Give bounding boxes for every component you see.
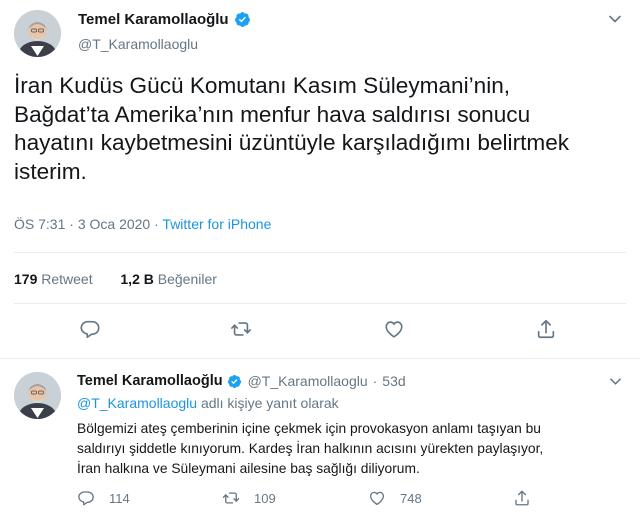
retweet-icon[interactable] bbox=[222, 489, 240, 507]
tweet-text-line: isterim. bbox=[14, 158, 87, 184]
replying-to: @T_Karamollaoglu adlı kişiye yanıt olara… bbox=[77, 395, 339, 411]
tweet-meta: ÖS 7:31 · 3 Oca 2020 · Twitter for iPhon… bbox=[14, 216, 271, 232]
author-handle[interactable]: @T_Karamollaoglu bbox=[248, 373, 368, 389]
reply-text-line: İran halkına ve Süleymani ailesine baş s… bbox=[77, 461, 420, 476]
reply-text-line: saldırıyı şiddetle kınıyorum. Kardeş İra… bbox=[77, 441, 544, 456]
tweet-date[interactable]: 3 Oca 2020 bbox=[78, 216, 150, 232]
verified-badge-icon bbox=[227, 374, 241, 388]
like-stat[interactable]: 1,2 B Beğeniler bbox=[120, 271, 217, 287]
retweet-stat[interactable]: 179 Retweet bbox=[14, 271, 93, 287]
divider bbox=[14, 252, 626, 253]
retweet-label: Retweet bbox=[41, 271, 93, 287]
tweet-source-link[interactable]: Twitter for iPhone bbox=[162, 216, 271, 232]
reply-action[interactable]: 114 bbox=[77, 489, 130, 507]
tweet-stats: 179 Retweet 1,2 B Beğeniler bbox=[14, 271, 217, 287]
chevron-down-icon[interactable] bbox=[609, 375, 622, 388]
reply-text-line: Bölgemizi ateş çemberinin içine çekmek i… bbox=[77, 421, 541, 436]
meta-separator: · bbox=[69, 216, 74, 232]
verified-badge-icon bbox=[234, 12, 250, 27]
tweet-text-line: İran Kudüs Gücü Komutanı Kasım Süleymani… bbox=[14, 73, 511, 98]
chevron-down-icon[interactable] bbox=[608, 12, 622, 26]
reply-text: Bölgemizi ateş çemberinin içine çekmek i… bbox=[77, 419, 627, 479]
avatar[interactable] bbox=[14, 10, 61, 57]
retweet-action[interactable]: 109 bbox=[222, 489, 276, 507]
author-name-row[interactable]: Temel Karamollaoğlu bbox=[78, 11, 251, 28]
meta-separator: · bbox=[154, 216, 159, 232]
share-icon[interactable] bbox=[513, 489, 531, 507]
tweet-text: İran Kudüs Gücü Komutanı Kasım Süleymani… bbox=[14, 72, 634, 186]
tweet-time[interactable]: ÖS 7:31 bbox=[14, 216, 65, 232]
author-name[interactable]: Temel Karamollaoğlu bbox=[77, 373, 223, 389]
reply-icon[interactable] bbox=[79, 318, 101, 340]
meta-separator: · bbox=[372, 373, 378, 389]
like-icon[interactable] bbox=[368, 489, 386, 507]
divider bbox=[14, 303, 626, 304]
reply-icon[interactable] bbox=[77, 489, 95, 507]
like-count: 1,2 B bbox=[120, 271, 154, 287]
retweet-count: 179 bbox=[14, 271, 38, 287]
tweet-text-line: hayatını kaybetmesini üzüntüyle karşılad… bbox=[14, 130, 570, 155]
reply-header: Temel Karamollaoğlu @T_Karamollaoglu · 5… bbox=[77, 373, 406, 389]
tweet-text-line: Bağdat’ta Amerika’nın menfur hava saldır… bbox=[14, 101, 531, 127]
retweet-count: 109 bbox=[254, 490, 276, 506]
tweet-age[interactable]: 53d bbox=[382, 373, 405, 389]
like-label: Beğeniler bbox=[157, 271, 217, 287]
reply-count: 114 bbox=[109, 490, 130, 506]
main-tweet: Temel Karamollaoğlu @T_Karamollaoglu İra… bbox=[0, 0, 640, 357]
retweet-icon[interactable] bbox=[230, 318, 252, 340]
avatar[interactable] bbox=[14, 372, 61, 419]
author-handle[interactable]: @T_Karamollaoglu bbox=[78, 36, 198, 52]
like-icon[interactable] bbox=[383, 318, 405, 340]
like-action[interactable]: 748 bbox=[368, 489, 422, 507]
like-count: 748 bbox=[400, 490, 422, 506]
replying-suffix: adlı kişiye yanıt olarak bbox=[200, 395, 339, 411]
replying-mention-link[interactable]: @T_Karamollaoglu bbox=[77, 395, 197, 411]
share-icon[interactable] bbox=[535, 318, 557, 340]
share-action[interactable] bbox=[513, 489, 545, 507]
author-name[interactable]: Temel Karamollaoğlu bbox=[78, 11, 229, 28]
reply-tweet[interactable]: Temel Karamollaoğlu @T_Karamollaoglu · 5… bbox=[0, 358, 640, 517]
